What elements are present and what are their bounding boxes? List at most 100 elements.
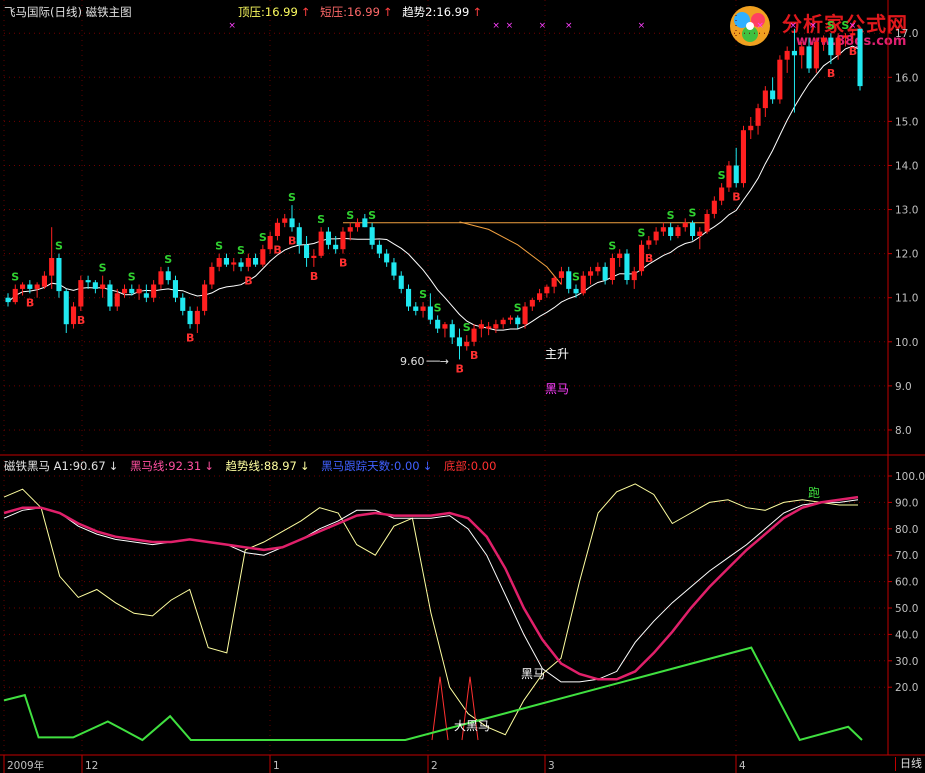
candle-body bbox=[158, 271, 164, 285]
buy-signal-marker: B bbox=[827, 67, 835, 80]
candle-body bbox=[821, 37, 827, 42]
top-cross-marker: × bbox=[638, 21, 646, 31]
candle-body bbox=[172, 280, 178, 298]
candle-body bbox=[427, 306, 433, 320]
top-cross-marker: × bbox=[506, 21, 514, 31]
osc-tick-label: 70.0 bbox=[895, 550, 918, 562]
top-cross-marker: × bbox=[789, 21, 797, 31]
candle-body bbox=[391, 262, 397, 276]
buy-signal-marker: B bbox=[244, 274, 252, 287]
candle-body bbox=[340, 231, 346, 250]
sell-signal-marker: S bbox=[99, 262, 107, 275]
candle-body bbox=[435, 319, 441, 329]
candle-body bbox=[274, 222, 280, 236]
candle-body bbox=[595, 266, 601, 272]
candle-body bbox=[770, 90, 776, 100]
sell-signal-marker: S bbox=[346, 209, 354, 222]
candle-body bbox=[580, 275, 586, 294]
candle-body bbox=[253, 258, 259, 265]
buy-signal-marker: B bbox=[455, 362, 463, 375]
candle-body bbox=[646, 240, 652, 245]
candle-body bbox=[748, 125, 754, 131]
sell-signal-marker: S bbox=[164, 253, 172, 266]
candle-body bbox=[78, 280, 84, 307]
date-tick-label: 3 bbox=[548, 760, 555, 772]
sell-signal-marker: S bbox=[128, 270, 136, 283]
sell-signal-marker: S bbox=[434, 301, 442, 314]
candle-body bbox=[755, 108, 761, 126]
candle-body bbox=[617, 253, 623, 258]
candle-body bbox=[267, 236, 273, 250]
candle-body bbox=[41, 275, 47, 287]
candle-body bbox=[777, 59, 783, 100]
sell-signal-marker: S bbox=[215, 240, 223, 253]
candle-body bbox=[333, 244, 339, 250]
candle-body bbox=[850, 33, 856, 36]
dark-horse-label: 黑马 bbox=[545, 382, 570, 396]
sell-signal-marker: S bbox=[288, 191, 296, 204]
candle-body bbox=[260, 249, 266, 265]
candle-body bbox=[398, 275, 404, 289]
candle-body bbox=[122, 288, 128, 294]
candle-body bbox=[136, 288, 142, 294]
candle-body bbox=[668, 227, 674, 236]
buy-signal-marker: B bbox=[26, 296, 34, 309]
candle-body bbox=[202, 284, 208, 311]
buy-signal-marker: B bbox=[645, 252, 653, 265]
sell-signal-marker: S bbox=[718, 169, 726, 182]
candle-body bbox=[165, 271, 171, 281]
candle-body bbox=[478, 324, 484, 329]
candle-body bbox=[282, 218, 288, 223]
candle-body bbox=[347, 227, 353, 232]
candle-body bbox=[602, 266, 608, 281]
stock-chart-window: 飞马国际(日线) 磁铁主图 顶压:16.99 ↑ 短压:16.99 ↑ 趋势2:16… bbox=[0, 0, 925, 773]
osc-tick-label: 100.0 bbox=[895, 471, 925, 483]
price-tick-label: 15.0 bbox=[895, 116, 918, 128]
buy-signal-marker: B bbox=[186, 332, 194, 345]
candle-body bbox=[420, 306, 426, 311]
candle-body bbox=[449, 324, 455, 338]
sell-signal-marker: S bbox=[463, 321, 471, 334]
candle-body bbox=[551, 277, 557, 287]
candle-body bbox=[740, 130, 746, 184]
candle-body bbox=[304, 244, 310, 258]
candle-body bbox=[500, 319, 506, 325]
candle-body bbox=[325, 231, 331, 245]
buy-signal-marker: B bbox=[273, 243, 281, 256]
candle-body bbox=[376, 244, 382, 254]
candle-body bbox=[507, 317, 513, 320]
top-cross-marker: × bbox=[228, 21, 236, 31]
price-tick-label: 17.0 bbox=[895, 28, 918, 40]
candle-body bbox=[704, 214, 710, 232]
candle-body bbox=[143, 293, 149, 298]
candle-body bbox=[653, 231, 659, 241]
candle-body bbox=[828, 37, 834, 56]
candle-body bbox=[355, 222, 361, 228]
candle-body bbox=[857, 28, 863, 87]
candle-body bbox=[784, 50, 790, 60]
candle-body bbox=[719, 187, 725, 201]
candle-body bbox=[318, 231, 324, 256]
candle-body bbox=[799, 46, 805, 56]
candle-body bbox=[544, 286, 550, 294]
candle-body bbox=[464, 341, 470, 347]
osc-tick-label: 20.0 bbox=[895, 682, 918, 694]
candle-body bbox=[296, 227, 302, 245]
price-tick-label: 12.0 bbox=[895, 249, 918, 261]
candle-body bbox=[406, 288, 412, 307]
candle-body bbox=[238, 262, 244, 267]
candle-body bbox=[20, 284, 26, 289]
period-button[interactable]: 日线 bbox=[895, 757, 922, 771]
candle-body bbox=[209, 266, 215, 285]
buy-signal-marker: B bbox=[732, 191, 740, 204]
buy-signal-marker: B bbox=[849, 45, 857, 58]
sell-signal-marker: S bbox=[317, 213, 325, 226]
price-tick-label: 9.0 bbox=[895, 381, 912, 393]
candle-body bbox=[631, 271, 637, 281]
candle-body bbox=[515, 317, 521, 325]
candle-body bbox=[231, 262, 237, 265]
candle-body bbox=[791, 50, 797, 56]
candle-body bbox=[442, 324, 448, 329]
candle-body bbox=[588, 271, 594, 276]
sell-signal-marker: S bbox=[572, 270, 580, 283]
